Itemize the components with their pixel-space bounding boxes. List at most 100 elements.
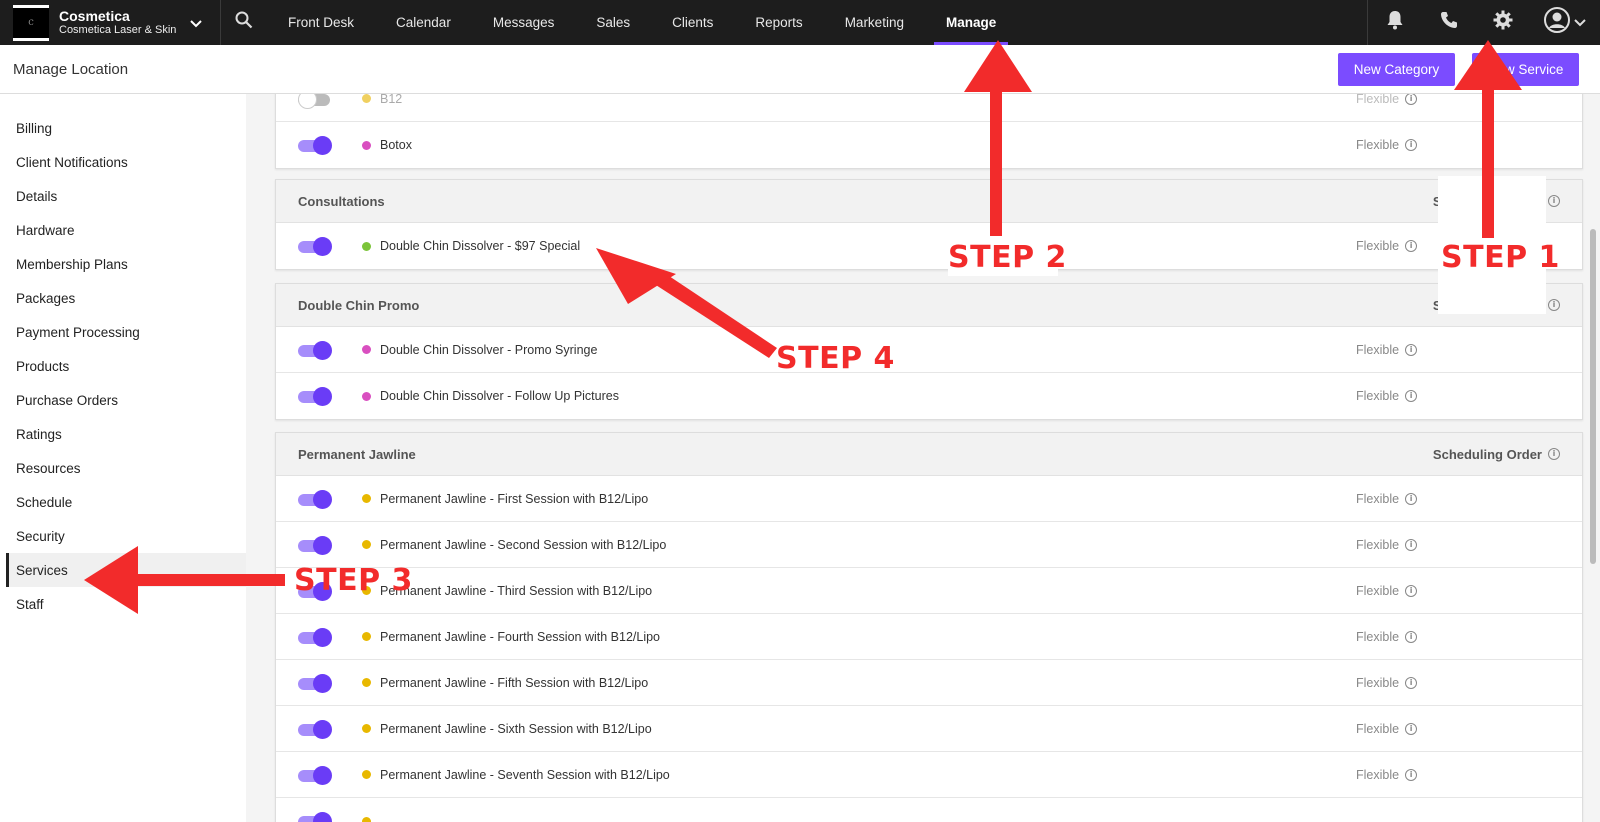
- settings-sidebar: Billing Client Notifications Details Har…: [0, 94, 246, 822]
- info-icon[interactable]: i: [1405, 722, 1418, 735]
- info-icon[interactable]: i: [1548, 448, 1560, 460]
- service-toggle[interactable]: [298, 765, 332, 785]
- service-row[interactable]: B12 Flexible i: [276, 94, 1582, 122]
- info-icon[interactable]: i: [1405, 492, 1418, 505]
- service-toggle[interactable]: [298, 719, 332, 739]
- category-header[interactable]: Permanent Jawline Scheduling Order i: [276, 433, 1582, 476]
- notifications-button[interactable]: [1368, 0, 1422, 45]
- service-name: Permanent Jawline - First Session with B…: [380, 491, 649, 506]
- service-color-dot: [362, 632, 371, 641]
- service-color-dot: [362, 391, 371, 401]
- service-toggle[interactable]: [298, 581, 332, 601]
- category-header[interactable]: Consultations Scheduling Order i: [276, 180, 1582, 223]
- nav-front-desk[interactable]: Front Desk: [267, 0, 375, 45]
- category-name: Permanent Jawline: [298, 446, 416, 462]
- info-icon[interactable]: i: [1405, 139, 1418, 151]
- scrollbar-thumb[interactable]: [1590, 229, 1596, 564]
- service-row[interactable]: Permanent Jawline - Seventh Session with…: [276, 752, 1582, 798]
- nav-clients[interactable]: Clients: [651, 0, 734, 45]
- info-icon[interactable]: i: [1405, 676, 1418, 689]
- category-header[interactable]: Double Chin Promo Scheduling Order i: [276, 284, 1582, 327]
- brand-name: Cosmetica: [59, 8, 130, 25]
- phone-button[interactable]: [1422, 0, 1476, 45]
- nav-messages[interactable]: Messages: [472, 0, 576, 45]
- service-row[interactable]: Double Chin Dissolver - $97 Special Flex…: [276, 223, 1582, 269]
- nav-manage[interactable]: Manage: [925, 0, 1017, 45]
- nav-marketing[interactable]: Marketing: [824, 0, 925, 45]
- info-icon[interactable]: i: [1405, 94, 1418, 105]
- account-menu[interactable]: [1530, 0, 1600, 45]
- service-row[interactable]: Permanent Jawline - First Session with B…: [276, 476, 1582, 522]
- sidebar-item-staff[interactable]: Staff: [6, 587, 246, 621]
- service-name: Permanent Jawline - Second Session with …: [380, 537, 667, 552]
- service-toggle[interactable]: [298, 627, 332, 647]
- info-icon[interactable]: i: [1405, 584, 1418, 597]
- info-icon[interactable]: i: [1405, 768, 1418, 781]
- service-toggle[interactable]: [298, 94, 332, 109]
- service-row[interactable]: Botox Flexible i: [276, 122, 1582, 168]
- settings-button[interactable]: [1476, 0, 1530, 45]
- sidebar-item-hardware[interactable]: Hardware: [6, 213, 246, 247]
- info-icon[interactable]: i: [1405, 390, 1418, 402]
- service-color-dot: [362, 770, 371, 779]
- category-card-double-chin-promo: Double Chin Promo Scheduling Order i Doub…: [275, 283, 1583, 420]
- info-icon[interactable]: i: [1405, 630, 1418, 643]
- chevron-down-icon: [190, 15, 203, 31]
- info-icon[interactable]: i: [1405, 538, 1418, 551]
- new-service-button[interactable]: New Service: [1472, 53, 1579, 86]
- info-icon[interactable]: i: [1548, 299, 1560, 311]
- info-icon[interactable]: i: [1405, 240, 1418, 252]
- sidebar-item-products[interactable]: Products: [6, 349, 246, 383]
- sidebar-item-security[interactable]: Security: [6, 519, 246, 553]
- service-name: Double Chin Dissolver - Follow Up Pictur…: [380, 389, 619, 403]
- service-toggle[interactable]: [298, 673, 332, 693]
- service-name: Botox: [380, 138, 412, 152]
- service-toggle[interactable]: [298, 489, 332, 509]
- service-row[interactable]: Double Chin Dissolver - Promo Syringe Fl…: [276, 327, 1582, 373]
- sidebar-item-payment-processing[interactable]: Payment Processing: [6, 315, 246, 349]
- service-row[interactable]: Permanent Jawline - Fifth Session with B…: [276, 660, 1582, 706]
- scheduling-order-label: Scheduling Order i: [1433, 298, 1560, 313]
- service-row[interactable]: [276, 798, 1582, 822]
- service-name: Permanent Jawline - Third Session with B…: [380, 583, 653, 598]
- service-color-dot: [362, 678, 371, 687]
- sidebar-item-billing[interactable]: Billing: [6, 111, 246, 145]
- service-toggle[interactable]: [298, 535, 332, 555]
- sidebar-item-purchase-orders[interactable]: Purchase Orders: [6, 383, 246, 417]
- info-icon[interactable]: i: [1405, 343, 1418, 356]
- sidebar-item-details[interactable]: Details: [6, 179, 246, 213]
- service-row[interactable]: Permanent Jawline - Sixth Session with B…: [276, 706, 1582, 752]
- sidebar-item-resources[interactable]: Resources: [6, 451, 246, 485]
- sidebar-item-client-notifications[interactable]: Client Notifications: [6, 145, 246, 179]
- search-button[interactable]: [221, 0, 267, 45]
- scrollbar[interactable]: [1589, 94, 1598, 822]
- sidebar-item-packages[interactable]: Packages: [6, 281, 246, 315]
- nav-calendar[interactable]: Calendar: [375, 0, 472, 45]
- service-row[interactable]: Permanent Jawline - Third Session with B…: [276, 568, 1582, 614]
- service-toggle[interactable]: [298, 237, 332, 256]
- scheduling-flexible-label: Flexible i: [1356, 722, 1418, 736]
- nav-reports[interactable]: Reports: [734, 0, 823, 45]
- scheduling-flexible-label: Flexible i: [1356, 584, 1418, 598]
- service-color-dot: [362, 241, 371, 251]
- scheduling-flexible-label: Flexible i: [1356, 94, 1418, 106]
- sidebar-item-schedule[interactable]: Schedule: [6, 485, 246, 519]
- service-toggle[interactable]: [298, 340, 332, 360]
- info-icon[interactable]: i: [1548, 195, 1560, 207]
- service-row[interactable]: Permanent Jawline - Fourth Session with …: [276, 614, 1582, 660]
- location-switcher[interactable]: C Cosmetica Cosmetica Laser & Skin: [0, 0, 221, 45]
- service-toggle[interactable]: [298, 812, 332, 822]
- sidebar-item-ratings[interactable]: Ratings: [6, 417, 246, 451]
- sidebar-item-services[interactable]: Services: [6, 553, 246, 587]
- service-row[interactable]: Double Chin Dissolver - Follow Up Pictur…: [276, 373, 1582, 419]
- service-name: Permanent Jawline - Fourth Session with …: [380, 629, 661, 644]
- service-row[interactable]: Permanent Jawline - Second Session with …: [276, 522, 1582, 568]
- service-name: Permanent Jawline - Seventh Session with…: [380, 767, 670, 782]
- service-toggle[interactable]: [298, 136, 332, 155]
- nav-sales[interactable]: Sales: [575, 0, 651, 45]
- new-category-button[interactable]: New Category: [1338, 53, 1455, 86]
- sidebar-item-membership-plans[interactable]: Membership Plans: [6, 247, 246, 281]
- service-toggle[interactable]: [298, 387, 332, 406]
- service-name: Permanent Jawline - Fifth Session with B…: [380, 675, 649, 690]
- category-name: Double Chin Promo: [298, 297, 420, 313]
